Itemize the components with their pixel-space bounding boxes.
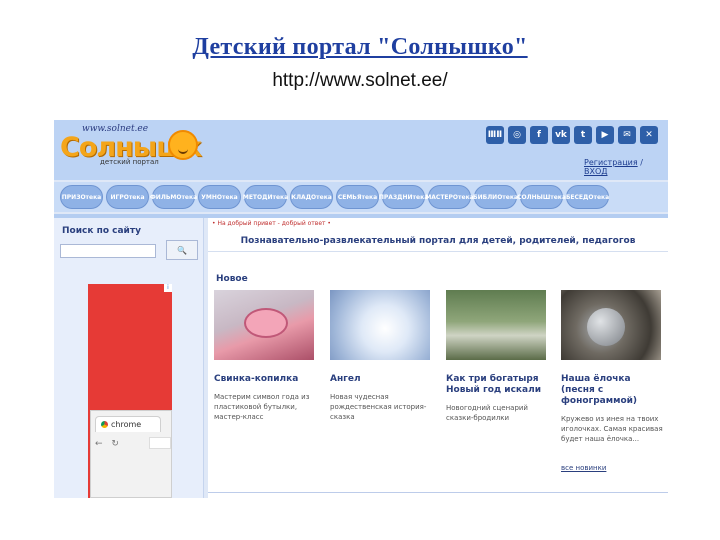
- nav-item-biblioteka[interactable]: БИБЛИОтека: [473, 185, 518, 209]
- left-sidebar: Поиск по сайту 🔍 i chrome ← ↻: [54, 218, 204, 498]
- article-description: Мастерим символ года из пластиковой буты…: [214, 393, 310, 421]
- chrome-nav-arrows-icon: ← ↻: [95, 439, 122, 449]
- nav-item-semyateka[interactable]: СЕМЬЯтека: [336, 185, 379, 209]
- search-input[interactable]: [60, 244, 156, 258]
- instagram-icon[interactable]: ◎: [508, 126, 526, 144]
- chrome-tab: chrome: [95, 416, 161, 432]
- social-links: ⅢⅡ ◎ f vk t ▶ ✉ ✕: [486, 126, 658, 144]
- bars-icon[interactable]: ⅢⅡ: [486, 126, 504, 144]
- slide-title: Детский портал "Солнышко": [192, 34, 528, 60]
- auth-separator: /: [637, 158, 643, 167]
- article-thumbnail-pig[interactable]: [214, 290, 314, 360]
- article-thumbnail-yolochka[interactable]: [561, 290, 661, 360]
- ad-info-icon[interactable]: i: [164, 284, 172, 292]
- all-news-link[interactable]: все новинки: [561, 464, 606, 472]
- content-divider: [208, 492, 668, 493]
- article-description: Кружево из инея на твоих иголочках. Сама…: [561, 415, 663, 443]
- search-button[interactable]: 🔍: [166, 240, 198, 260]
- nav-item-masteroteka[interactable]: МАСТЕРОтека: [425, 185, 474, 209]
- main-nav: ПРИЗОтека ИГРОтека ФИЛЬМОтека УМНОтека М…: [54, 182, 668, 212]
- article-description: Новая чудесная рождественская история-ск…: [330, 393, 427, 421]
- nav-item-metoditeka[interactable]: МЕТОДИтека: [243, 185, 288, 209]
- register-link[interactable]: Регистрация: [584, 158, 638, 167]
- search-label: Поиск по сайту: [62, 226, 141, 236]
- chrome-tab-label: chrome: [111, 420, 142, 429]
- mail-icon[interactable]: ✉: [618, 126, 636, 144]
- slide-url[interactable]: http://www.solnet.ee/: [0, 70, 720, 92]
- article-title[interactable]: Наша ёлочка (песня с фонограммой): [561, 374, 667, 407]
- chrome-address-bar: [149, 437, 171, 449]
- sun-logo-icon: [168, 130, 198, 160]
- nav-item-kladoteka[interactable]: КЛАДОтека: [290, 185, 333, 209]
- twitter-icon[interactable]: t: [574, 126, 592, 144]
- nav-item-umnoteka[interactable]: УМНОтека: [198, 185, 241, 209]
- nav-item-prizoteka[interactable]: ПРИЗОтека: [60, 185, 103, 209]
- new-section-heading: Новое: [216, 274, 248, 284]
- website-screenshot: www.solnet.ee Солнышк детский портал ⅢⅡ …: [54, 120, 668, 498]
- article-description: Новогодний сценарий сказки-бродилки: [446, 404, 528, 422]
- youtube-icon[interactable]: ▶: [596, 126, 614, 144]
- nav-item-prazdniteka[interactable]: ПРАЗДНИтека: [379, 185, 428, 209]
- nav-item-solnyshteka[interactable]: СОЛНЫШтека: [517, 185, 566, 209]
- pig-bank-image: [244, 308, 288, 338]
- close-icon[interactable]: ✕: [640, 126, 658, 144]
- vk-icon[interactable]: vk: [552, 126, 570, 144]
- article-title[interactable]: Свинка-копилка: [214, 374, 320, 385]
- article-thumbnail-angel[interactable]: [330, 290, 430, 360]
- breadcrumb: • На добрый привет - добрый ответ •: [212, 220, 331, 227]
- page-tagline: Познавательно-развлекательный портал для…: [208, 230, 668, 252]
- nav-item-besedoteka[interactable]: БЕСЕДОтека: [566, 185, 609, 209]
- main-content: • На добрый привет - добрый ответ • Позн…: [208, 218, 668, 498]
- logo-subtitle: детский портал: [100, 158, 159, 166]
- facebook-icon[interactable]: f: [530, 126, 548, 144]
- login-link[interactable]: ВХОД: [584, 167, 608, 176]
- nav-item-igroteka[interactable]: ИГРОтека: [106, 185, 149, 209]
- article-thumbnail-bogatyri[interactable]: [446, 290, 546, 360]
- auth-links: Регистрация / ВХОД: [584, 158, 668, 176]
- chrome-logo-icon: [101, 421, 108, 428]
- article-title[interactable]: Ангел: [330, 374, 436, 385]
- article-title[interactable]: Как три богатыря Новый год искали: [446, 374, 552, 396]
- chrome-ad-window: chrome ← ↻: [90, 410, 172, 498]
- ornament-image: [587, 308, 625, 346]
- site-header: www.solnet.ee Солнышк детский портал ⅢⅡ …: [54, 120, 668, 180]
- nav-item-filmoteka[interactable]: ФИЛЬМОтека: [150, 185, 197, 209]
